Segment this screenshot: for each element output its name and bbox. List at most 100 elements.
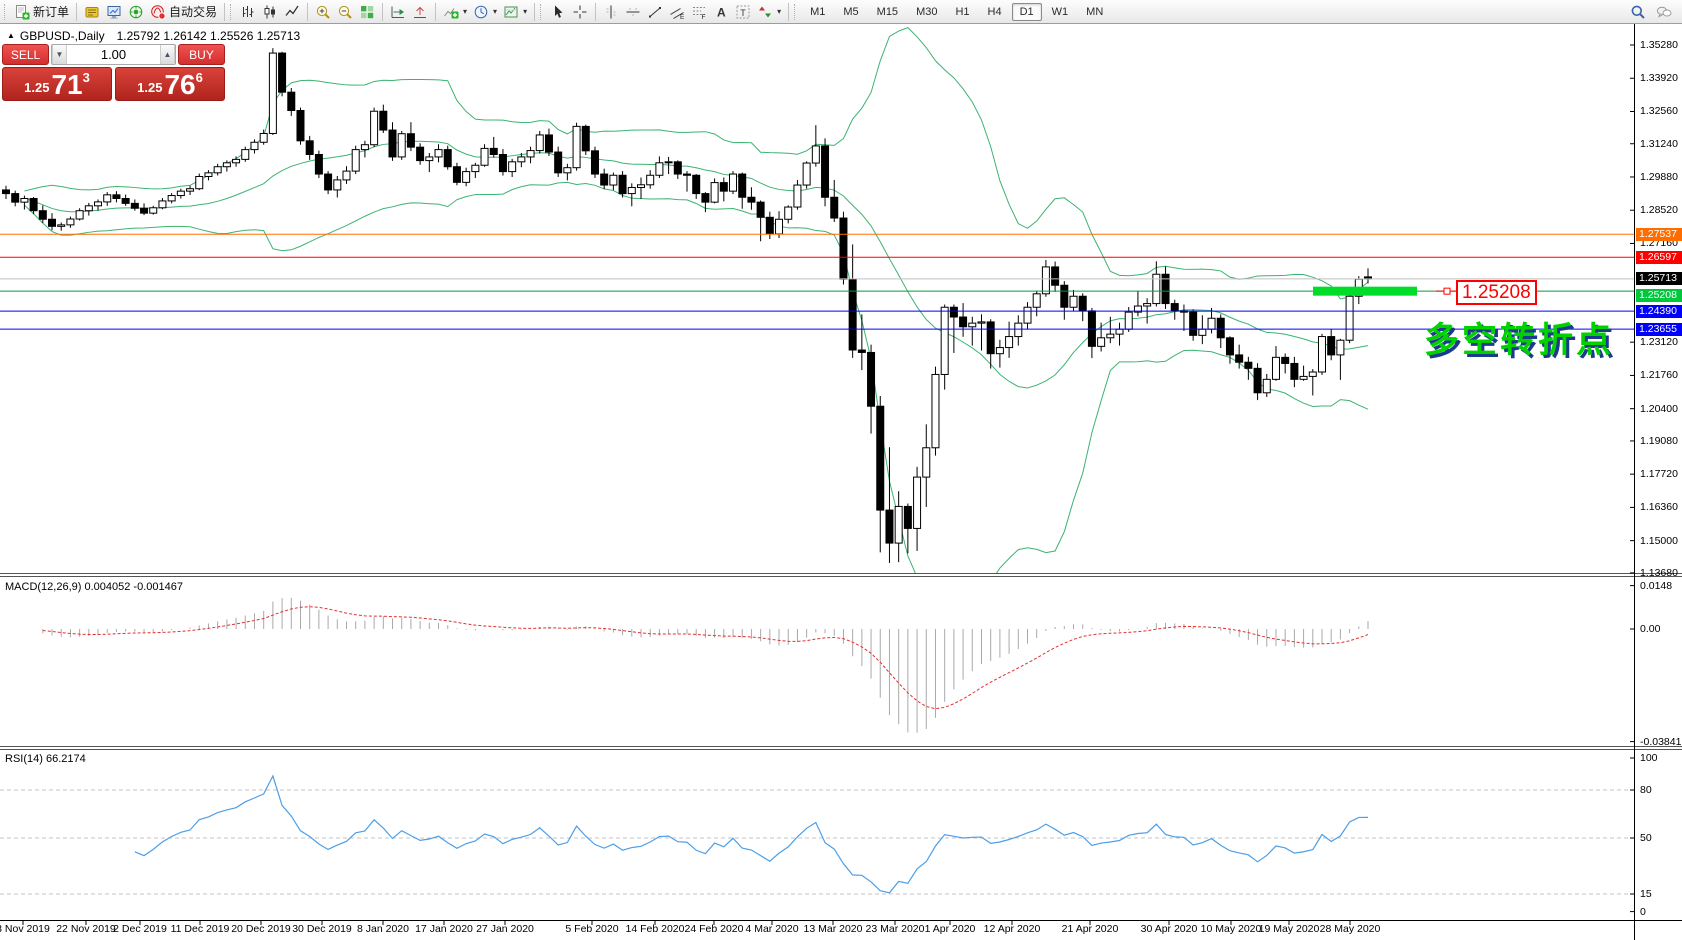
candlestick-chart-icon: [262, 4, 278, 20]
tile-windows-button[interactable]: [356, 2, 378, 22]
cursor-button[interactable]: [547, 2, 569, 22]
autotrading-button[interactable]: 自动交易: [147, 2, 220, 22]
buy-price-pipette: 6: [196, 70, 203, 86]
chevron-down-icon: ▾: [523, 7, 527, 16]
new-order-icon: [14, 4, 30, 20]
zoom-in-button[interactable]: [312, 2, 334, 22]
svg-text:F: F: [702, 14, 706, 20]
bar-chart-button[interactable]: [237, 2, 259, 22]
trendline-button[interactable]: [644, 2, 666, 22]
bar-chart-icon: [240, 4, 256, 20]
candles: [3, 48, 1372, 563]
buy-button[interactable]: BUY: [178, 44, 225, 65]
rsi-plot: [0, 776, 1634, 894]
toolbar-right-group: [1627, 2, 1679, 22]
toolbar-grip: [540, 4, 544, 20]
timeframe-d1-button[interactable]: D1: [1012, 3, 1042, 21]
fibonacci-button[interactable]: F: [688, 2, 710, 22]
navigator-button[interactable]: [125, 2, 147, 22]
macd-signal-line: [43, 607, 1368, 709]
zoom-out-icon: [337, 4, 353, 20]
zoom-in-icon: [315, 4, 331, 20]
text-label-button[interactable]: T: [732, 2, 754, 22]
macd-plot: [43, 598, 1368, 733]
horizontal-line-button[interactable]: [622, 2, 644, 22]
indicators-icon: [443, 4, 459, 20]
toolbar-separator: [534, 3, 535, 21]
vertical-line-icon: [603, 4, 619, 20]
chevron-down-icon: ▾: [493, 7, 497, 16]
timeframe-h4-button[interactable]: H4: [980, 3, 1010, 21]
text-icon: A: [713, 4, 729, 20]
timeframe-m1-button[interactable]: M1: [802, 3, 833, 21]
timeframe-h1-button[interactable]: H1: [947, 3, 977, 21]
tag-anchor[interactable]: [1444, 288, 1450, 294]
chat-button[interactable]: [1653, 2, 1675, 22]
new-order-label: 新订单: [33, 3, 69, 20]
crosshair-icon: [572, 4, 588, 20]
sell-button[interactable]: SELL: [2, 44, 49, 65]
new-order-button[interactable]: 新订单: [11, 2, 72, 22]
rsi-line: [135, 776, 1368, 893]
channel-button[interactable]: E: [666, 2, 688, 22]
autotrading-label: 自动交易: [169, 3, 217, 20]
toolbar-grip: [230, 4, 234, 20]
volume-increase-button[interactable]: ▲: [160, 45, 175, 64]
terminal-button[interactable]: [103, 2, 125, 22]
buy-price-prefix: 1.25: [137, 77, 162, 99]
chart-canvas: [0, 0, 1682, 940]
toolbar: 新订单 自动交易 ▾ ▾ ▾ E F A T: [0, 0, 1682, 24]
text-button[interactable]: A: [710, 2, 732, 22]
support-highlight-bar[interactable]: [1313, 287, 1417, 296]
timeframe-w1-button[interactable]: W1: [1044, 3, 1077, 21]
chevron-down-icon: ▾: [777, 7, 781, 16]
volume-decrease-button[interactable]: ▼: [52, 45, 67, 64]
arrows-button[interactable]: ▾: [754, 2, 784, 22]
zoom-out-button[interactable]: [334, 2, 356, 22]
trendline-icon: [647, 4, 663, 20]
toolbar-separator: [224, 3, 225, 21]
arrows-icon: [757, 4, 773, 20]
toolbar-separator: [788, 3, 789, 21]
chat-icon: [1656, 4, 1672, 20]
candlestick-chart-button[interactable]: [259, 2, 281, 22]
volume-field-group: ▼ ▲: [51, 44, 176, 65]
timeframe-m30-button[interactable]: M30: [908, 3, 945, 21]
line-chart-icon: [284, 4, 300, 20]
price-tag-annotation[interactable]: 1.25208: [1456, 280, 1537, 305]
auto-scroll-button[interactable]: [387, 2, 409, 22]
timeframe-m5-button[interactable]: M5: [835, 3, 866, 21]
tile-windows-icon: [359, 4, 375, 20]
indicators-button[interactable]: ▾: [440, 2, 470, 22]
toolbar-separator: [382, 3, 383, 21]
market-watch-button[interactable]: [81, 2, 103, 22]
buy-price-display[interactable]: 1.25 76 6: [115, 67, 225, 101]
chart-shift-button[interactable]: [409, 2, 431, 22]
volume-input[interactable]: [67, 45, 160, 64]
timeframe-mn-button[interactable]: MN: [1078, 3, 1111, 21]
auto-scroll-icon: [390, 4, 406, 20]
search-icon: [1630, 4, 1646, 20]
periods-button[interactable]: ▾: [470, 2, 500, 22]
cursor-icon: [550, 4, 566, 20]
pivot-point-annotation[interactable]: 多空转折点: [1424, 312, 1614, 363]
svg-text:E: E: [680, 14, 685, 20]
templates-button[interactable]: ▾: [500, 2, 530, 22]
svg-text:T: T: [740, 7, 746, 17]
sell-price-prefix: 1.25: [24, 77, 49, 99]
main-plot: [0, 28, 1634, 596]
vertical-line-button[interactable]: [600, 2, 622, 22]
crosshair-button[interactable]: [569, 2, 591, 22]
sell-price-display[interactable]: 1.25 71 3: [2, 67, 112, 101]
timeframe-m15-button[interactable]: M15: [869, 3, 906, 21]
autotrading-icon: [150, 4, 166, 20]
toolbar-separator: [76, 3, 77, 21]
chevron-down-icon: ▾: [463, 7, 467, 16]
line-chart-button[interactable]: [281, 2, 303, 22]
sell-price-pipette: 3: [83, 70, 90, 86]
sell-price-big-digits: 71: [51, 71, 82, 99]
bollinger-lower-band: [24, 182, 1368, 595]
search-button[interactable]: [1627, 2, 1649, 22]
mt4-terminal: 新订单 自动交易 ▾ ▾ ▾ E F A T: [0, 0, 1682, 940]
text-label-icon: T: [735, 4, 751, 20]
